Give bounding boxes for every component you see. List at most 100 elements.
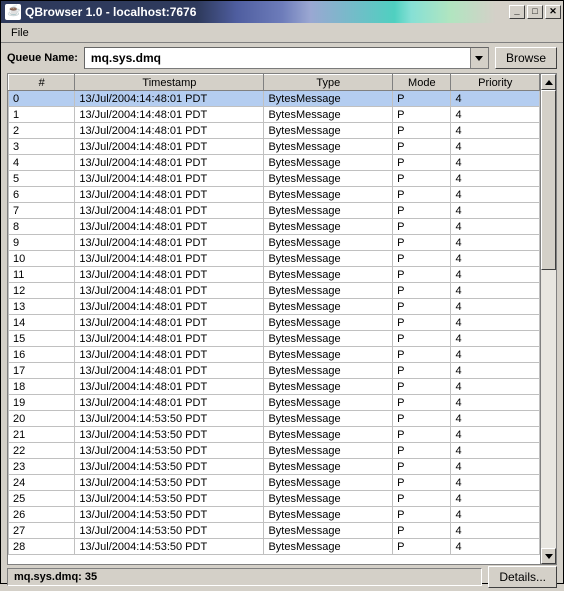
cell-pri: 4 (451, 107, 540, 123)
chevron-down-icon[interactable] (470, 48, 488, 68)
titlebar[interactable]: QBrowser 1.0 - localhost:7676 _ □ ✕ (1, 1, 563, 23)
message-table-scroll[interactable]: # Timestamp Type Mode Priority 013/Jul/2… (8, 74, 540, 564)
cell-ts: 13/Jul/2004:14:53:50 PDT (75, 491, 264, 507)
table-row[interactable]: 813/Jul/2004:14:48:01 PDTBytesMessageP4 (9, 219, 540, 235)
table-row[interactable]: 013/Jul/2004:14:48:01 PDTBytesMessageP4 (9, 91, 540, 107)
table-row[interactable]: 1213/Jul/2004:14:48:01 PDTBytesMessageP4 (9, 283, 540, 299)
minimize-button[interactable]: _ (509, 5, 525, 19)
table-row[interactable]: 513/Jul/2004:14:48:01 PDTBytesMessageP4 (9, 171, 540, 187)
cell-ts: 13/Jul/2004:14:53:50 PDT (75, 523, 264, 539)
cell-n: 27 (9, 523, 75, 539)
col-header-mode[interactable]: Mode (393, 75, 451, 91)
cell-type: BytesMessage (264, 347, 393, 363)
cell-type: BytesMessage (264, 539, 393, 555)
cell-n: 17 (9, 363, 75, 379)
table-row[interactable]: 1813/Jul/2004:14:48:01 PDTBytesMessageP4 (9, 379, 540, 395)
scroll-up-arrow-icon[interactable] (541, 74, 556, 90)
table-row[interactable]: 2413/Jul/2004:14:53:50 PDTBytesMessageP4 (9, 475, 540, 491)
table-header-row: # Timestamp Type Mode Priority (9, 75, 540, 91)
scroll-thumb[interactable] (541, 90, 556, 270)
table-row[interactable]: 913/Jul/2004:14:48:01 PDTBytesMessageP4 (9, 235, 540, 251)
cell-n: 28 (9, 539, 75, 555)
col-header-type[interactable]: Type (264, 75, 393, 91)
cell-n: 16 (9, 347, 75, 363)
cell-mode: P (393, 443, 451, 459)
cell-ts: 13/Jul/2004:14:53:50 PDT (75, 475, 264, 491)
cell-type: BytesMessage (264, 475, 393, 491)
cell-ts: 13/Jul/2004:14:53:50 PDT (75, 507, 264, 523)
cell-pri: 4 (451, 459, 540, 475)
col-header-number[interactable]: # (9, 75, 75, 91)
cell-mode: P (393, 475, 451, 491)
cell-mode: P (393, 539, 451, 555)
cell-n: 3 (9, 139, 75, 155)
table-row[interactable]: 1113/Jul/2004:14:48:01 PDTBytesMessageP4 (9, 267, 540, 283)
cell-n: 1 (9, 107, 75, 123)
cell-type: BytesMessage (264, 299, 393, 315)
table-row[interactable]: 1713/Jul/2004:14:48:01 PDTBytesMessageP4 (9, 363, 540, 379)
cell-pri: 4 (451, 523, 540, 539)
cell-mode: P (393, 523, 451, 539)
cell-n: 2 (9, 123, 75, 139)
col-header-priority[interactable]: Priority (451, 75, 540, 91)
table-row[interactable]: 413/Jul/2004:14:48:01 PDTBytesMessageP4 (9, 155, 540, 171)
cell-n: 4 (9, 155, 75, 171)
cell-pri: 4 (451, 363, 540, 379)
cell-ts: 13/Jul/2004:14:53:50 PDT (75, 427, 264, 443)
cell-n: 0 (9, 91, 75, 107)
col-header-timestamp[interactable]: Timestamp (75, 75, 264, 91)
queue-name-combo[interactable] (84, 47, 489, 69)
cell-n: 12 (9, 283, 75, 299)
cell-ts: 13/Jul/2004:14:53:50 PDT (75, 411, 264, 427)
cell-pri: 4 (451, 267, 540, 283)
cell-mode: P (393, 235, 451, 251)
table-row[interactable]: 1913/Jul/2004:14:48:01 PDTBytesMessageP4 (9, 395, 540, 411)
vertical-scrollbar[interactable] (540, 74, 556, 564)
table-row[interactable]: 2813/Jul/2004:14:53:50 PDTBytesMessageP4 (9, 539, 540, 555)
scroll-down-arrow-icon[interactable] (541, 548, 556, 564)
details-button[interactable]: Details... (488, 566, 557, 588)
table-row[interactable]: 2513/Jul/2004:14:53:50 PDTBytesMessageP4 (9, 491, 540, 507)
cell-ts: 13/Jul/2004:14:48:01 PDT (75, 219, 264, 235)
message-table[interactable]: # Timestamp Type Mode Priority 013/Jul/2… (8, 74, 540, 555)
queue-name-input[interactable] (85, 48, 470, 68)
cell-mode: P (393, 395, 451, 411)
cell-type: BytesMessage (264, 219, 393, 235)
table-row[interactable]: 113/Jul/2004:14:48:01 PDTBytesMessageP4 (9, 107, 540, 123)
menu-file[interactable]: File (5, 25, 35, 41)
table-row[interactable]: 2313/Jul/2004:14:53:50 PDTBytesMessageP4 (9, 459, 540, 475)
cell-pri: 4 (451, 155, 540, 171)
table-row[interactable]: 213/Jul/2004:14:48:01 PDTBytesMessageP4 (9, 123, 540, 139)
cell-n: 23 (9, 459, 75, 475)
cell-n: 19 (9, 395, 75, 411)
cell-type: BytesMessage (264, 251, 393, 267)
close-button[interactable]: ✕ (545, 5, 561, 19)
cell-pri: 4 (451, 315, 540, 331)
cell-ts: 13/Jul/2004:14:48:01 PDT (75, 235, 264, 251)
table-row[interactable]: 713/Jul/2004:14:48:01 PDTBytesMessageP4 (9, 203, 540, 219)
cell-type: BytesMessage (264, 171, 393, 187)
cell-pri: 4 (451, 171, 540, 187)
scroll-track[interactable] (541, 90, 556, 548)
table-row[interactable]: 313/Jul/2004:14:48:01 PDTBytesMessageP4 (9, 139, 540, 155)
cell-type: BytesMessage (264, 395, 393, 411)
table-row[interactable]: 2113/Jul/2004:14:53:50 PDTBytesMessageP4 (9, 427, 540, 443)
table-row[interactable]: 1513/Jul/2004:14:48:01 PDTBytesMessageP4 (9, 331, 540, 347)
maximize-button[interactable]: □ (527, 5, 543, 19)
cell-ts: 13/Jul/2004:14:48:01 PDT (75, 347, 264, 363)
table-row[interactable]: 1413/Jul/2004:14:48:01 PDTBytesMessageP4 (9, 315, 540, 331)
table-row[interactable]: 2213/Jul/2004:14:53:50 PDTBytesMessageP4 (9, 443, 540, 459)
browse-button[interactable]: Browse (495, 47, 557, 69)
table-row[interactable]: 2613/Jul/2004:14:53:50 PDTBytesMessageP4 (9, 507, 540, 523)
cell-n: 14 (9, 315, 75, 331)
table-row[interactable]: 613/Jul/2004:14:48:01 PDTBytesMessageP4 (9, 187, 540, 203)
table-row[interactable]: 1613/Jul/2004:14:48:01 PDTBytesMessageP4 (9, 347, 540, 363)
table-row[interactable]: 1013/Jul/2004:14:48:01 PDTBytesMessageP4 (9, 251, 540, 267)
cell-mode: P (393, 171, 451, 187)
cell-ts: 13/Jul/2004:14:53:50 PDT (75, 459, 264, 475)
cell-mode: P (393, 331, 451, 347)
table-row[interactable]: 2713/Jul/2004:14:53:50 PDTBytesMessageP4 (9, 523, 540, 539)
statusbar: mq.sys.dmq: 35 Details... (1, 565, 563, 591)
table-row[interactable]: 1313/Jul/2004:14:48:01 PDTBytesMessageP4 (9, 299, 540, 315)
table-row[interactable]: 2013/Jul/2004:14:53:50 PDTBytesMessageP4 (9, 411, 540, 427)
